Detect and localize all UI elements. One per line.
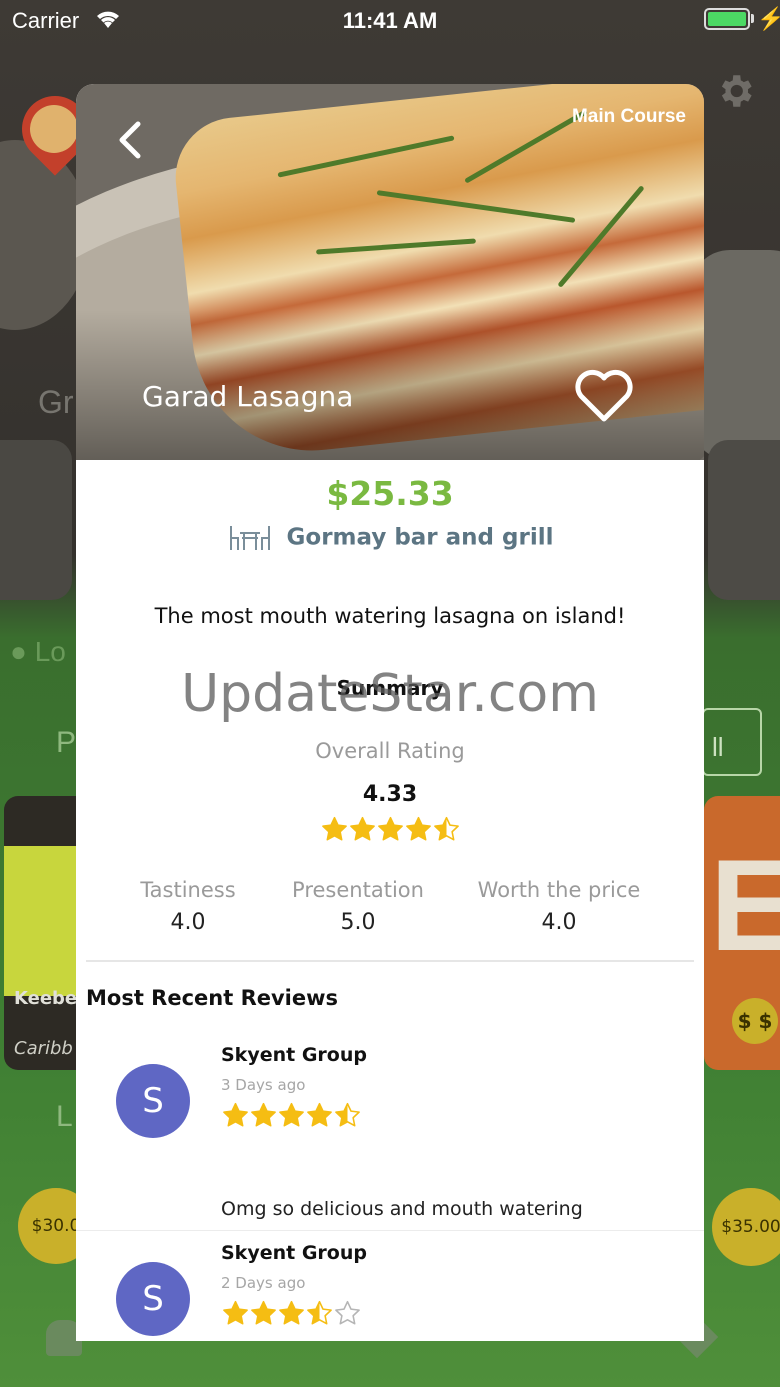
metric-value: 4.0	[170, 910, 206, 935]
restaurant-row[interactable]: Gormay bar and grill	[76, 524, 704, 552]
promo-letter: E	[710, 832, 780, 978]
back-chevron-icon[interactable]	[114, 120, 148, 160]
review-date: 2 Days ago	[221, 1274, 306, 1292]
star-half-icon	[334, 1102, 360, 1127]
background-card	[708, 440, 780, 600]
review-item[interactable]: S Skyent Group 2 Days ago	[76, 1242, 704, 1341]
star-filled-icon	[306, 1102, 332, 1127]
background-location-text: Lo	[34, 636, 66, 667]
watermark: UpdateStar.com	[181, 664, 599, 724]
metric-label: Worth the price	[477, 878, 641, 902]
metric-worth-the-price: Worth the price 4.0	[472, 878, 646, 935]
avatar: S	[116, 1064, 190, 1138]
promo-subtitle: Caribb	[14, 1038, 73, 1059]
star-filled-icon	[321, 816, 347, 841]
review-date: 3 Days ago	[221, 1076, 306, 1094]
reviewer-name: Skyent Group	[221, 1044, 367, 1066]
overall-rating-value: 4.33	[362, 782, 418, 807]
review-item[interactable]: S Skyent Group 3 Days ago Omg so delicio…	[76, 1044, 704, 1230]
star-filled-icon	[349, 816, 375, 841]
review-divider	[76, 1230, 704, 1231]
star-filled-icon	[250, 1300, 276, 1325]
recent-reviews-heading: Most Recent Reviews	[86, 986, 339, 1010]
star-filled-icon	[405, 816, 431, 841]
star-half-icon	[433, 816, 459, 841]
star-filled-icon	[278, 1300, 304, 1325]
background-section-title: P	[56, 726, 77, 759]
promo-title: Keebee	[14, 988, 76, 1009]
dish-price: $25.33	[326, 474, 454, 513]
dish-name: Garad Lasagna	[142, 380, 354, 413]
status-bar: Carrier 11:41 AM ⚡	[0, 0, 780, 40]
price-level-badge: $ $	[732, 998, 778, 1044]
dish-detail-card: Main Course Garad Lasagna $25.33 Gormay …	[76, 84, 704, 1341]
star-filled-icon	[278, 1102, 304, 1127]
fork-knife-icon	[30, 105, 78, 153]
star-filled-icon	[222, 1102, 248, 1127]
overall-rating-label: Overall Rating	[315, 739, 465, 763]
avatar: S	[116, 1262, 190, 1336]
background-section-title: L	[56, 1100, 73, 1133]
background-heading: Gr	[38, 384, 74, 420]
gear-icon	[721, 75, 752, 107]
review-stars	[221, 1300, 361, 1327]
status-time: 11:41 AM	[342, 8, 438, 33]
price-badge: $35.00	[712, 1188, 780, 1266]
metric-presentation: Presentation 5.0	[286, 878, 430, 935]
section-divider	[86, 960, 694, 962]
background-location: ● Lo	[10, 636, 66, 668]
metric-tastiness: Tastiness 4.0	[136, 878, 240, 935]
battery-tip	[751, 14, 754, 23]
background-promo-card: Keebee Caribb	[4, 796, 76, 1070]
review-stars	[221, 1102, 361, 1129]
background-view-all-button: ll	[702, 708, 762, 776]
dish-photo: Main Course Garad Lasagna	[76, 84, 704, 460]
category-label: Main Course	[571, 106, 686, 127]
dining-table-icon	[229, 526, 270, 550]
star-filled-icon	[222, 1300, 248, 1325]
location-pin-icon: ●	[10, 636, 27, 667]
metric-label: Tastiness	[140, 878, 236, 902]
star-empty-icon	[334, 1300, 360, 1325]
star-filled-icon	[377, 816, 403, 841]
charging-bolt-icon: ⚡	[757, 6, 780, 31]
overall-rating-stars	[76, 816, 704, 843]
metric-value: 4.0	[541, 910, 577, 935]
star-filled-icon	[250, 1102, 276, 1127]
battery-icon	[704, 8, 750, 30]
metric-value: 5.0	[340, 910, 376, 935]
heart-icon[interactable]	[574, 368, 634, 424]
restaurant-name: Gormay bar and grill	[286, 524, 554, 551]
reviewer-name: Skyent Group	[221, 1242, 367, 1264]
dish-description: The most mouth watering lasagna on islan…	[154, 604, 626, 628]
metric-label: Presentation	[292, 878, 424, 902]
promo-image	[4, 846, 76, 996]
review-text: Omg so delicious and mouth watering	[221, 1198, 583, 1220]
star-half-icon	[306, 1300, 332, 1325]
background-card	[0, 440, 72, 600]
